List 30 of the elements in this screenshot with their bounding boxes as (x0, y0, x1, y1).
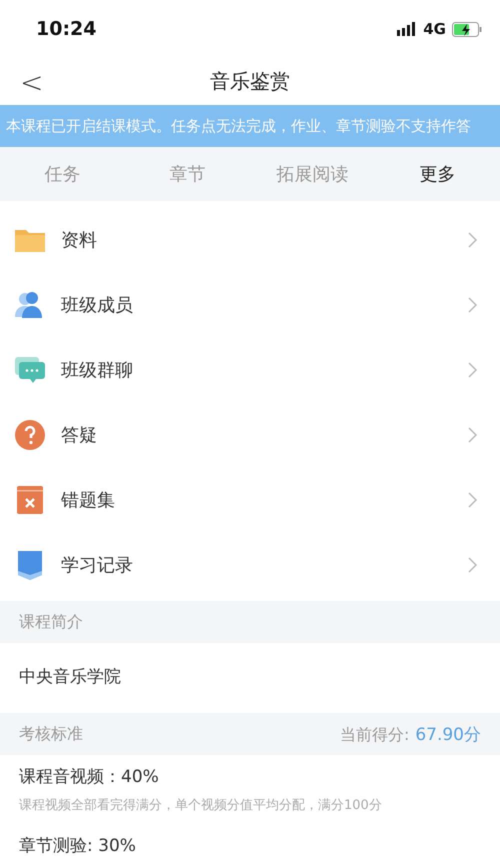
menu-item-label[interactable]: 错题集 (61, 488, 468, 512)
criterion-note: 课程视频全部看完得满分，单个视频分值平均分配，满分100分 (19, 797, 383, 814)
chevron-right-icon (468, 492, 478, 508)
battery-icon (452, 22, 482, 36)
course-intro: 中央音乐学院 (19, 666, 121, 688)
chevron-right-icon (468, 556, 478, 572)
network-type: 4G (423, 20, 446, 38)
chevron-right-icon (468, 362, 478, 378)
chevron-right-icon (468, 232, 478, 248)
section-title: 考核标准 (19, 724, 83, 744)
chevron-right-icon (468, 426, 478, 442)
question-icon (14, 418, 46, 450)
menu-item-label[interactable]: 学习记录 (61, 552, 468, 576)
criterion-title: 章节测验: 30% (19, 835, 137, 857)
menu-item-label[interactable]: 班级成员 (61, 292, 468, 316)
menu-item-label[interactable]: 答疑 (61, 422, 468, 446)
page-title: 音乐鉴赏 (210, 68, 290, 95)
criterion-title: 课程音视频：40% (19, 766, 160, 788)
status-time: 10:24 (36, 18, 96, 40)
chevron-right-icon (468, 296, 478, 312)
section-title: 课程简介 (19, 612, 83, 632)
menu-item-label[interactable]: 资料 (61, 228, 468, 252)
book-icon (14, 484, 46, 516)
back-button[interactable]: < (14, 66, 50, 99)
score-label: 当前得分: (340, 724, 410, 744)
menu-item-label[interactable]: 班级群聊 (61, 358, 468, 382)
notice-banner: 本课程已开启结课模式。任务点无法完成，作业、章节测验不支持作答 (0, 105, 500, 147)
tab[interactable]: 更多 (375, 147, 500, 201)
signal-icon (397, 22, 418, 36)
score-value: 67.90分 (415, 724, 481, 744)
